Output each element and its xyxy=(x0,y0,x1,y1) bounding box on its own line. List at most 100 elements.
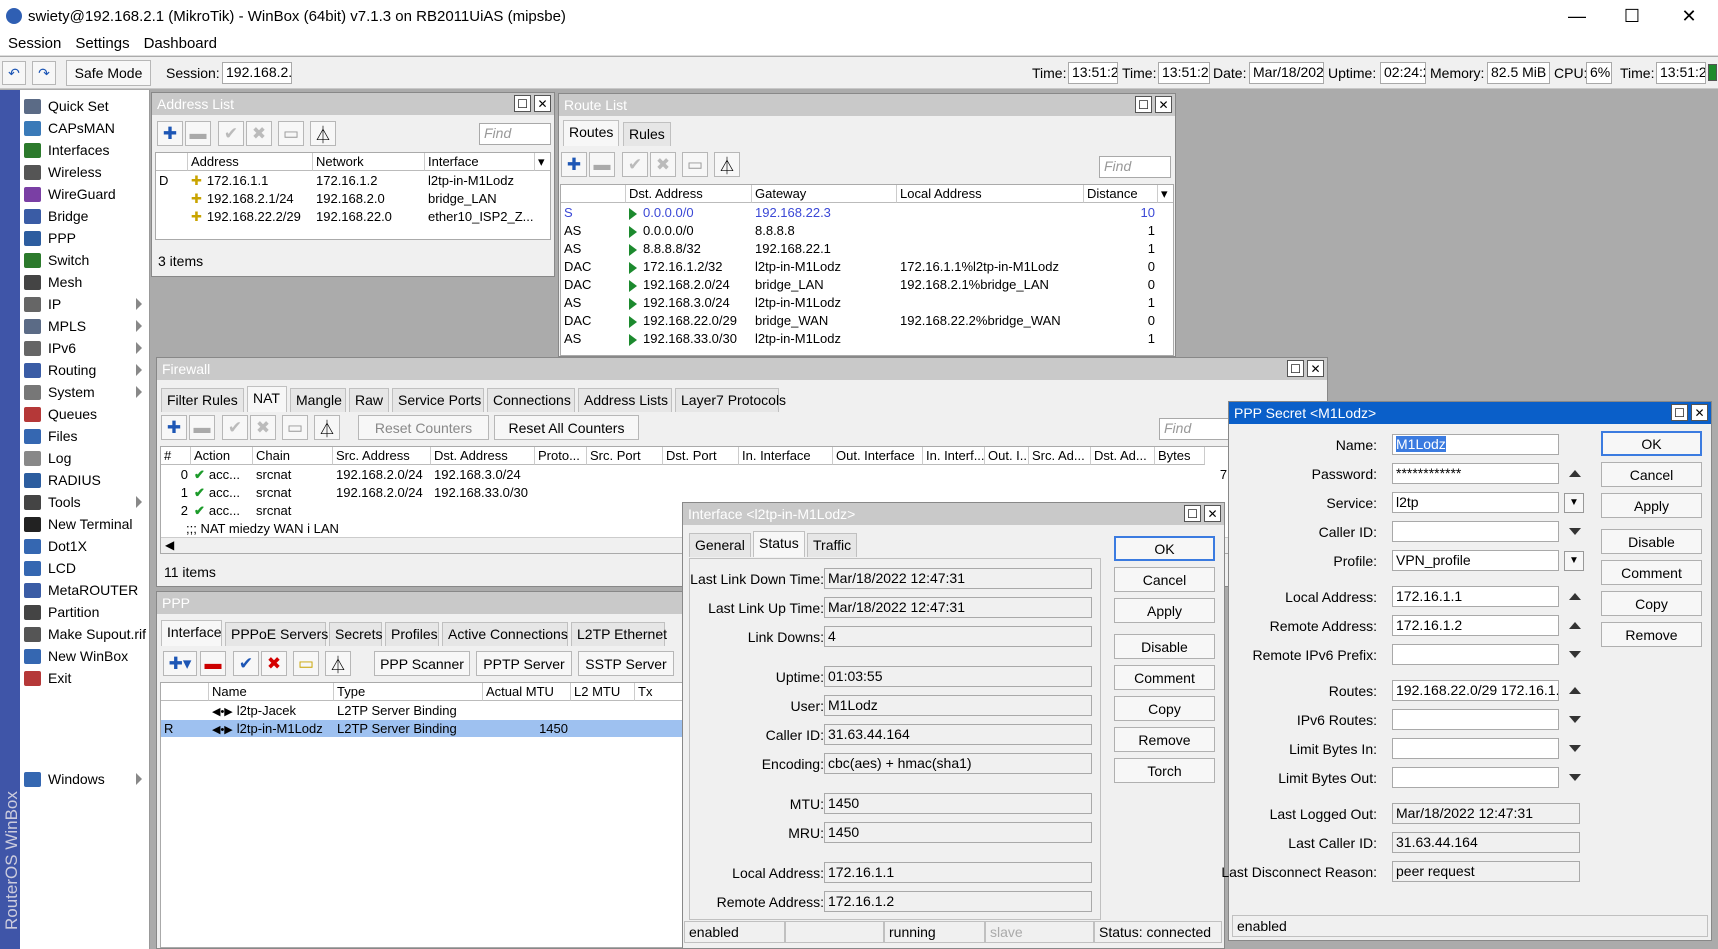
limit-bytes-out-field[interactable] xyxy=(1392,767,1559,788)
secret-cancel-button[interactable]: Cancel xyxy=(1601,462,1702,487)
limit-bytes-in-field[interactable] xyxy=(1392,738,1559,759)
enable-icon[interactable]: ✔ xyxy=(218,121,244,146)
cell-gateway[interactable]: l2tp-in-M1Lodz xyxy=(752,330,897,347)
comment-icon[interactable]: ▭ xyxy=(282,415,308,440)
chevron-down-icon[interactable] xyxy=(1569,745,1581,752)
col-local-address[interactable]: Local Address xyxy=(897,185,1084,203)
cell-interface[interactable]: ether10_ISP2_Z... xyxy=(425,208,550,225)
cell-distance[interactable]: 0 xyxy=(1084,276,1158,293)
menu-dashboard[interactable]: Dashboard xyxy=(142,35,219,52)
profile-field[interactable]: VPN_profile xyxy=(1392,550,1559,571)
col-type[interactable]: Type xyxy=(334,683,483,701)
tab-rules[interactable]: Rules xyxy=(623,122,671,146)
col-proto-[interactable]: Proto... xyxy=(535,447,587,465)
cell-address[interactable]: ✚ 192.168.2.1/24 xyxy=(188,190,313,207)
pptp-server-button[interactable]: PPTP Server xyxy=(476,651,572,676)
maximize-icon[interactable]: ☐ xyxy=(1135,96,1152,113)
disable-icon[interactable]: ✖ xyxy=(261,651,287,676)
sidebar-item-radius[interactable]: RADIUS xyxy=(24,469,148,491)
chevron-down-icon[interactable] xyxy=(1569,528,1581,535)
tab-pppoe-servers[interactable]: PPPoE Servers xyxy=(225,622,328,646)
tab-address-lists[interactable]: Address Lists xyxy=(578,388,672,412)
copy-button[interactable]: Copy xyxy=(1114,696,1215,721)
filter-icon[interactable]: ⏃ xyxy=(714,152,740,177)
cell-dst-address[interactable]: 192.168.22.0/29 xyxy=(626,312,752,329)
remove-icon[interactable]: ▬ xyxy=(189,415,215,440)
cell-network[interactable]: 172.16.1.2 xyxy=(313,172,425,189)
session-field[interactable]: 192.168.2.1 xyxy=(222,62,292,84)
tab-mangle[interactable]: Mangle xyxy=(290,388,346,412)
ppp-scanner-button[interactable]: PPP Scanner xyxy=(374,651,470,676)
remove-button[interactable]: Remove xyxy=(1114,727,1215,752)
secret-comment-button[interactable]: Comment xyxy=(1601,560,1702,585)
column-menu-icon[interactable]: ▾ xyxy=(535,153,550,171)
comment-icon[interactable]: ▭ xyxy=(682,152,708,177)
service-field[interactable]: l2tp xyxy=(1392,492,1559,513)
undo-icon[interactable]: ↶ xyxy=(2,61,26,85)
secret-apply-button[interactable]: Apply xyxy=(1601,493,1702,518)
col-src-ad-[interactable]: Src. Ad... xyxy=(1029,447,1091,465)
cell-distance[interactable]: 1 xyxy=(1084,240,1158,257)
password-field[interactable]: ************ xyxy=(1392,463,1559,484)
torch-button[interactable]: Torch xyxy=(1114,758,1215,783)
cell-src-address[interactable] xyxy=(333,502,431,519)
sidebar-item-wireless[interactable]: Wireless xyxy=(24,161,148,183)
tab-l2tp-ethernet[interactable]: L2TP Ethernet xyxy=(571,622,667,646)
tab-connections[interactable]: Connections xyxy=(487,388,575,412)
cell-src-address[interactable]: 192.168.2.0/24 xyxy=(333,484,431,501)
sidebar-item-routing[interactable]: Routing xyxy=(24,359,148,381)
chevron-up-icon[interactable] xyxy=(1569,593,1581,600)
col-name[interactable]: Name xyxy=(209,683,334,701)
cell-src-address[interactable]: 192.168.2.0/24 xyxy=(333,466,431,483)
filter-icon[interactable]: ⏃ xyxy=(310,121,336,146)
col-in-interface[interactable]: In. Interface xyxy=(739,447,833,465)
tab-layer7-protocols[interactable]: Layer7 Protocols xyxy=(675,388,786,412)
comment-icon[interactable]: ▭ xyxy=(278,121,304,146)
tab-nat[interactable]: NAT xyxy=(247,386,287,412)
secret-copy-button[interactable]: Copy xyxy=(1601,591,1702,616)
chevron-down-icon[interactable] xyxy=(1569,651,1581,658)
sidebar-item-mesh[interactable]: Mesh xyxy=(24,271,148,293)
tab-general[interactable]: General xyxy=(689,533,751,557)
sidebar-item-log[interactable]: Log xyxy=(24,447,148,469)
col-src-address[interactable]: Src. Address xyxy=(333,447,431,465)
maximize-icon[interactable]: ☐ xyxy=(1287,360,1304,377)
redo-icon[interactable]: ↷ xyxy=(32,61,56,85)
cell-chain[interactable]: srcnat xyxy=(253,466,333,483)
find-input[interactable]: Find xyxy=(479,123,551,145)
minimize-button[interactable]: — xyxy=(1548,0,1606,32)
find-input[interactable]: Find xyxy=(1159,418,1239,440)
cell-name[interactable]: ◀•▶ l2tp-Jacek xyxy=(209,702,334,719)
cell-gateway[interactable]: 8.8.8.8 xyxy=(752,222,897,239)
find-input[interactable]: Find xyxy=(1099,156,1171,178)
cell-local-address[interactable]: 172.16.1.1%l2tp-in-M1Lodz xyxy=(897,258,1084,275)
tab-profiles[interactable]: Profiles xyxy=(385,622,439,646)
tab-filter-rules[interactable]: Filter Rules xyxy=(161,388,244,412)
disable-icon[interactable]: ✖ xyxy=(250,415,276,440)
col-dst-address[interactable]: Dst. Address xyxy=(431,447,535,465)
sidebar-item-new-winbox[interactable]: New WinBox xyxy=(24,645,148,667)
col-address[interactable]: Address xyxy=(188,153,313,171)
close-button[interactable]: ✕ xyxy=(1660,0,1718,32)
col-dst-port[interactable]: Dst. Port xyxy=(663,447,739,465)
cell-actual-mtu[interactable] xyxy=(483,702,571,719)
col-tx[interactable]: Tx xyxy=(635,683,683,701)
col-number[interactable]: # xyxy=(161,447,191,465)
sidebar-item-exit[interactable]: Exit xyxy=(24,667,148,689)
comment-button[interactable]: Comment xyxy=(1114,665,1215,690)
sidebar-item-bridge[interactable]: Bridge xyxy=(24,205,148,227)
add-icon[interactable]: ✚ xyxy=(157,121,183,146)
sidebar-item-lcd[interactable]: LCD xyxy=(24,557,148,579)
remove-icon[interactable]: ▬ xyxy=(200,651,226,676)
dropdown-button[interactable]: ▼ xyxy=(1564,493,1584,513)
cell-action[interactable]: ✔ acc... xyxy=(191,502,253,519)
cell-network[interactable]: 192.168.2.0 xyxy=(313,190,425,207)
col-out-i-[interactable]: Out. I... xyxy=(985,447,1029,465)
col-chain[interactable]: Chain xyxy=(253,447,333,465)
col-in-interf-[interactable]: In. Interf... xyxy=(923,447,985,465)
cell-local-address[interactable] xyxy=(897,204,1084,221)
remote-address-field[interactable]: 172.16.1.2 xyxy=(1392,615,1559,636)
caller-id-field[interactable] xyxy=(1392,521,1559,542)
menu-session[interactable]: Session xyxy=(6,35,63,52)
cell-interface[interactable]: bridge_LAN xyxy=(425,190,550,207)
